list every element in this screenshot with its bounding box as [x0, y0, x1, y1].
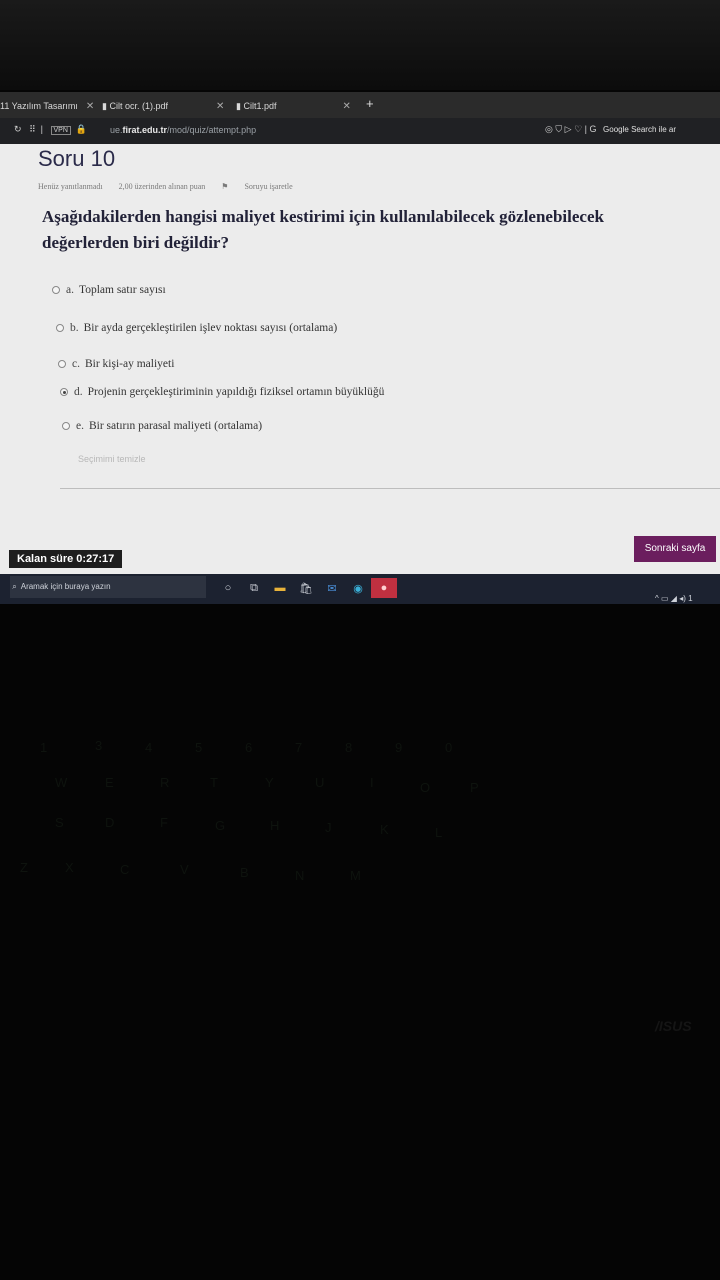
- option-letter: d.: [74, 386, 83, 398]
- mail-icon[interactable]: ✉: [319, 578, 345, 598]
- chevron-up-icon[interactable]: ^: [655, 594, 659, 603]
- taskbar-apps: ○ ⧉ ▬ 🛍 ✉ ◉ ●: [215, 578, 397, 598]
- camera-icon[interactable]: ◎: [545, 124, 553, 134]
- next-page-button[interactable]: Sonraki sayfa: [634, 536, 716, 562]
- cortana-icon[interactable]: ○: [215, 578, 241, 598]
- flag-icon: ⚑: [221, 182, 229, 191]
- option-d[interactable]: d. Projenin gerçekleştiriminin yapıldığı…: [60, 386, 384, 398]
- battery-icon[interactable]: ▭: [661, 594, 669, 603]
- option-letter: a.: [66, 284, 74, 296]
- url-domain: firat.edu.tr: [122, 125, 168, 135]
- tab-cilt1[interactable]: ▮ Cilt1.pdf ✕: [236, 96, 351, 116]
- option-letter: c.: [72, 358, 80, 370]
- question-points: 2,00 üzerinden alınan puan: [118, 182, 206, 191]
- shield-icon[interactable]: ⛉: [555, 124, 562, 134]
- tab-yazilim[interactable]: 11 Yazılım Tasarımı ✕: [0, 96, 94, 116]
- option-letter: e.: [76, 420, 84, 432]
- system-tray: ^ ▭ ◢ ◂) 1: [655, 594, 693, 603]
- option-c[interactable]: c. Bir kişi-ay maliyeti: [58, 358, 174, 370]
- close-icon[interactable]: ✕: [343, 101, 351, 112]
- asus-logo: /ISUS: [655, 1018, 692, 1034]
- option-text: Bir kişi-ay maliyeti: [84, 358, 175, 370]
- store-icon[interactable]: 🛍: [293, 578, 319, 598]
- option-text: Projenin gerçekleştiriminin yapıldığı fi…: [87, 386, 385, 398]
- option-b[interactable]: b. Bir ayda gerçekleştirilen işlev nokta…: [56, 322, 337, 334]
- clock[interactable]: 1: [688, 594, 692, 603]
- question-number: Soru 10: [38, 146, 116, 171]
- grid-icon[interactable]: ⠿: [29, 124, 36, 134]
- pdf-icon: ▮: [102, 101, 107, 111]
- nav-controls: ↻ ⠿ | VPN 🔒: [14, 124, 88, 135]
- windows-taskbar: ⌕ Aramak için buraya yazın ○ ⧉ ▬ 🛍 ✉ ◉ ●…: [0, 574, 720, 604]
- close-icon[interactable]: ✕: [216, 101, 224, 112]
- tab-cilt-ocr[interactable]: ▮ Cilt ocr. (1).pdf ✕: [102, 96, 224, 116]
- toolbar-right: ◎ ⛉ ▷ ♡ | G Google Search ile ar: [545, 124, 676, 134]
- clear-choice-link[interactable]: Seçimimi temizle: [78, 454, 146, 464]
- question-line-2: değerlerden biri değildir?: [42, 233, 229, 252]
- radio-button[interactable]: [52, 286, 60, 294]
- reload-icon[interactable]: ↻: [14, 124, 22, 134]
- question-text: Aşağıdakilerden hangisi maliyet kestirim…: [42, 204, 720, 256]
- flag-question-link[interactable]: ⚑ Soruyu işaretle: [221, 182, 306, 191]
- browser-tab-bar: 11 Yazılım Tasarımı ✕ ▮ Cilt ocr. (1).pdf…: [0, 92, 720, 118]
- task-view-icon[interactable]: ⧉: [241, 578, 267, 598]
- question-line-1: Aşağıdakilerden hangisi maliyet kestirim…: [42, 207, 604, 226]
- new-tab-button[interactable]: +: [366, 96, 374, 111]
- heart-icon[interactable]: ♡: [574, 124, 582, 134]
- vpn-icon[interactable]: VPN: [50, 126, 71, 135]
- close-icon[interactable]: ✕: [86, 101, 94, 112]
- answer-status: Henüz yanıtlanmadı: [38, 182, 103, 191]
- option-text: Toplam satır sayısı: [78, 284, 166, 296]
- radio-button[interactable]: [58, 360, 66, 368]
- edge-icon[interactable]: ◉: [345, 578, 371, 598]
- tab-label: Cilt1.pdf: [243, 101, 277, 111]
- flag-question-label: Soruyu işaretle: [244, 182, 293, 191]
- laptop-bezel: [0, 0, 720, 90]
- file-explorer-icon[interactable]: ▬: [267, 578, 293, 598]
- pdf-icon: ▮: [236, 101, 241, 111]
- taskbar-search-placeholder: Aramak için buraya yazın: [20, 582, 111, 591]
- search-icon: ⌕: [12, 582, 17, 591]
- question-info: Henüz yanıtlanmadı 2,00 üzerinden alınan…: [38, 182, 321, 191]
- quiz-page: Soru 10 Henüz yanıtlanmadı 2,00 üzerinde…: [0, 144, 720, 574]
- volume-icon[interactable]: ◂): [679, 594, 686, 603]
- url-prefix: ue.: [110, 125, 123, 135]
- google-icon: G: [589, 124, 597, 134]
- option-e[interactable]: e. Bir satırın parasal maliyeti (ortalam…: [62, 420, 262, 432]
- laptop-keyboard: 134567890 WERTYUIOP SDFGHJKL ZXCVBNM: [20, 738, 479, 883]
- taskbar-search-box[interactable]: ⌕ Aramak için buraya yazın: [10, 576, 206, 598]
- address-bar: ↻ ⠿ | VPN 🔒 ue.firat.edu.tr/mod/quiz/att…: [0, 118, 720, 144]
- option-text: Bir satırın parasal maliyeti (ortalama): [88, 420, 263, 432]
- radio-button[interactable]: [56, 324, 64, 332]
- tab-label: 11 Yazılım Tasarımı: [0, 101, 78, 111]
- url-field[interactable]: ue.firat.edu.tr/mod/quiz/attempt.php: [110, 125, 256, 135]
- divider: [60, 488, 720, 489]
- radio-button-selected[interactable]: [60, 388, 68, 396]
- time-remaining: Kalan süre 0:27:17: [9, 550, 123, 568]
- opera-icon[interactable]: ●: [371, 578, 397, 598]
- google-search-box[interactable]: Google Search ile ar: [603, 125, 676, 134]
- url-path: /mod/quiz/attempt.php: [167, 125, 257, 135]
- option-text: Bir ayda gerçekleştirilen işlev noktası …: [83, 322, 338, 334]
- radio-button[interactable]: [62, 422, 70, 430]
- tab-label: Cilt ocr. (1).pdf: [109, 101, 168, 111]
- option-a[interactable]: a. Toplam satır sayısı: [52, 284, 166, 296]
- wifi-icon[interactable]: ◢: [671, 594, 677, 603]
- option-letter: b.: [70, 322, 79, 334]
- lock-icon: 🔒: [75, 124, 88, 134]
- play-icon[interactable]: ▷: [565, 124, 572, 134]
